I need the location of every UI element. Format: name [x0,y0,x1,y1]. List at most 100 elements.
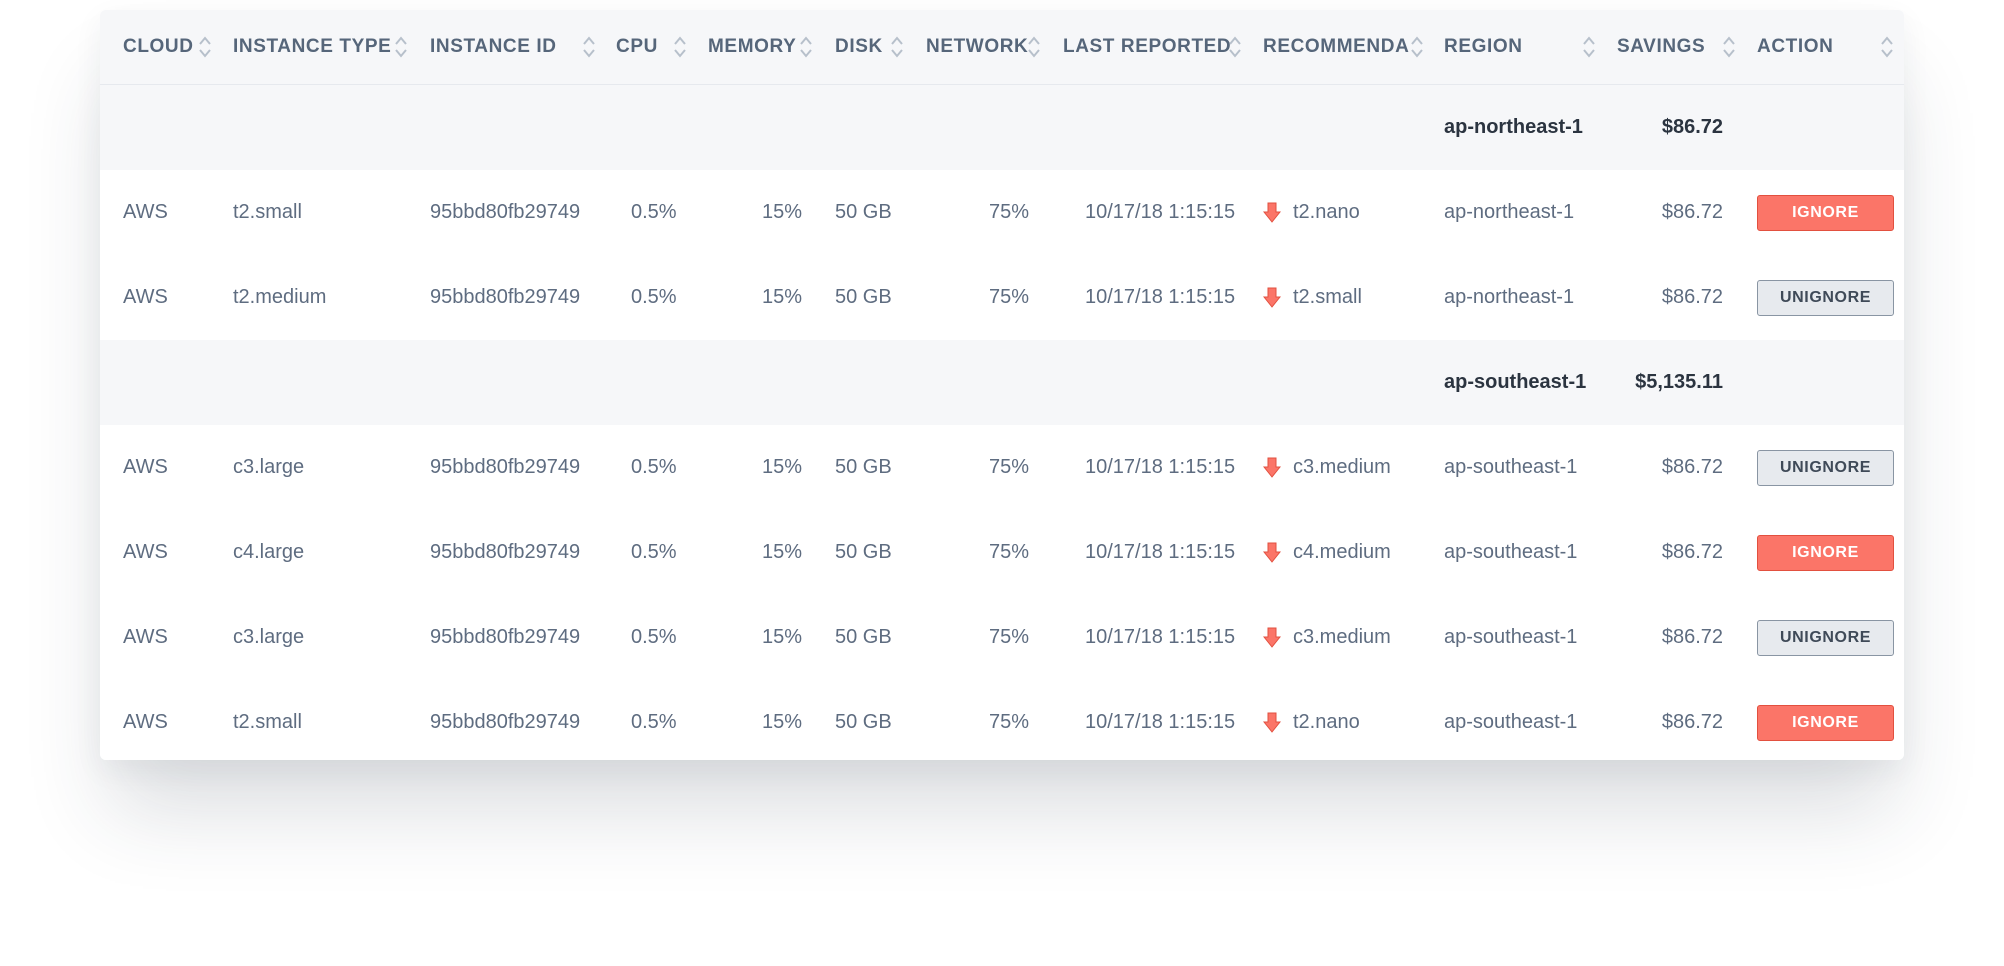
column-header-instance-id[interactable]: INSTANCE ID [430,10,557,84]
cell-region: ap-southeast-1 [1444,456,1578,478]
cell-network: 75% [988,456,1029,478]
recommendation-label: c3.medium [1293,456,1391,478]
sort-arrows-icon[interactable] [1722,34,1736,60]
cell-network: 75% [988,286,1029,308]
ignore-button[interactable]: IGNORE [1757,195,1894,231]
cell-cpu: 0.5% [631,711,677,733]
cell-last-reported: 10/17/18 1:15:15 [1085,201,1236,223]
cell-network: 75% [988,201,1029,223]
column-header-recommendation[interactable]: RECOMMENDA [1263,10,1409,84]
arrow-down-icon [1263,627,1281,649]
cell-savings: $86.72 [1661,286,1723,308]
cell-network: 75% [988,541,1029,563]
cell-region: ap-southeast-1 [1444,626,1578,648]
sort-arrows-icon[interactable] [582,34,596,60]
cell-cpu: 0.5% [631,541,677,563]
column-header-region[interactable]: REGION [1444,10,1523,84]
cell-recommendation: c3.medium [1263,425,1391,510]
column-header-instance-type[interactable]: INSTANCE TYPE [233,10,391,84]
unignore-button[interactable]: UNIGNORE [1757,450,1894,486]
cell-memory: 15% [761,711,802,733]
instances-table: CLOUD INSTANCE TYPE INSTANCE ID CPU MEMO… [100,10,1904,760]
cell-last-reported: 10/17/18 1:15:15 [1085,286,1236,308]
cell-last-reported: 10/17/18 1:15:15 [1085,541,1236,563]
cell-memory: 15% [761,286,802,308]
table-row: AWS c4.large 95bbd80fb29749 0.5% 15% 50 … [100,510,1904,596]
sort-arrows-icon[interactable] [394,34,408,60]
recommendation-label: t2.small [1293,286,1362,308]
cell-cloud: AWS [123,286,168,308]
sort-arrows-icon[interactable] [799,34,813,60]
cell-cpu: 0.5% [631,456,677,478]
cell-cloud: AWS [123,456,168,478]
cell-savings: $86.72 [1661,456,1723,478]
sort-arrows-icon[interactable] [1582,34,1596,60]
cell-disk: 50 GB [835,711,892,733]
sort-arrows-icon[interactable] [1880,34,1894,60]
group-row: ap-southeast-1 $5,135.11 [100,340,1904,426]
group-savings: $5,135.11 [1635,371,1723,393]
arrow-down-icon [1263,287,1281,309]
cell-instance-type: c4.large [233,541,305,563]
sort-arrows-icon[interactable] [1410,34,1424,60]
cell-disk: 50 GB [835,201,892,223]
cell-instance-id: 95bbd80fb29749 [430,201,581,223]
cell-recommendation: t2.nano [1263,680,1360,760]
ignore-button[interactable]: IGNORE [1757,705,1894,741]
column-header-disk[interactable]: DISK [835,10,883,84]
cell-savings: $86.72 [1661,711,1723,733]
group-savings: $86.72 [1661,116,1723,138]
sort-arrows-icon[interactable] [673,34,687,60]
unignore-button[interactable]: UNIGNORE [1757,280,1894,316]
group-region: ap-southeast-1 [1444,371,1587,393]
group-row: ap-northeast-1 $86.72 [100,85,1904,171]
table-row: AWS c3.large 95bbd80fb29749 0.5% 15% 50 … [100,425,1904,511]
sort-arrows-icon[interactable] [1228,34,1242,60]
cell-region: ap-southeast-1 [1444,541,1578,563]
table-row: AWS t2.small 95bbd80fb29749 0.5% 15% 50 … [100,680,1904,760]
cell-savings: $86.72 [1661,541,1723,563]
cell-recommendation: t2.nano [1263,170,1360,255]
cell-network: 75% [988,626,1029,648]
table-row: AWS t2.medium 95bbd80fb29749 0.5% 15% 50… [100,255,1904,341]
sort-arrows-icon[interactable] [1027,34,1041,60]
cell-cloud: AWS [123,711,168,733]
column-header-memory[interactable]: MEMORY [708,10,796,84]
recommendation-label: c4.medium [1293,541,1391,563]
sort-arrows-icon[interactable] [890,34,904,60]
cell-cpu: 0.5% [631,286,677,308]
column-header-cloud[interactable]: CLOUD [123,10,194,84]
table-header: CLOUD INSTANCE TYPE INSTANCE ID CPU MEMO… [100,10,1904,85]
column-header-savings[interactable]: SAVINGS [1617,10,1705,84]
recommendation-label: t2.nano [1293,711,1360,733]
cell-memory: 15% [761,541,802,563]
cell-instance-type: c3.large [233,456,305,478]
cell-instance-type: t2.medium [233,286,327,308]
sort-arrows-icon[interactable] [198,34,212,60]
cell-instance-id: 95bbd80fb29749 [430,286,581,308]
group-region: ap-northeast-1 [1444,116,1583,138]
cell-region: ap-northeast-1 [1444,201,1575,223]
cell-instance-type: t2.small [233,201,302,223]
cell-memory: 15% [761,456,802,478]
column-header-cpu[interactable]: CPU [616,10,658,84]
ignore-button[interactable]: IGNORE [1757,535,1894,571]
cell-recommendation: t2.small [1263,255,1362,340]
cell-memory: 15% [761,626,802,648]
recommendation-label: c3.medium [1293,626,1391,648]
cell-savings: $86.72 [1661,626,1723,648]
column-header-last-reported[interactable]: LAST REPORTED [1063,10,1231,84]
cell-disk: 50 GB [835,286,892,308]
cell-recommendation: c4.medium [1263,510,1391,595]
cell-instance-type: t2.small [233,711,302,733]
cell-recommendation: c3.medium [1263,595,1391,680]
cell-region: ap-southeast-1 [1444,711,1578,733]
recommendation-label: t2.nano [1293,201,1360,223]
column-header-action[interactable]: ACTION [1757,10,1833,84]
cell-disk: 50 GB [835,541,892,563]
unignore-button[interactable]: UNIGNORE [1757,620,1894,656]
column-header-network[interactable]: NETWORK [926,10,1028,84]
cell-instance-id: 95bbd80fb29749 [430,626,581,648]
cell-instance-type: c3.large [233,626,305,648]
cell-network: 75% [988,711,1029,733]
